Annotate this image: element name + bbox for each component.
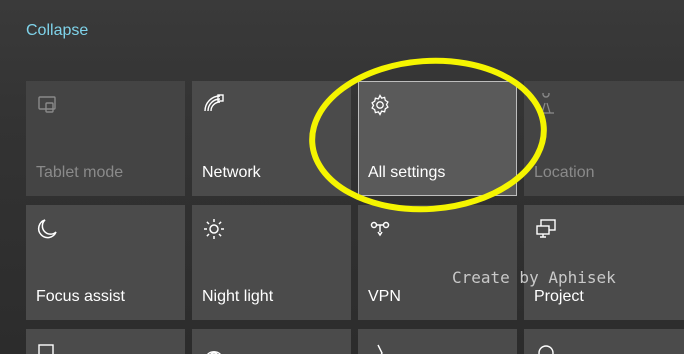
hotspot-icon [202,341,226,354]
screen-icon [36,341,60,354]
tile-network[interactable]: Network [192,81,351,196]
tile-vpn[interactable]: VPN [358,205,517,320]
tile-label: Night light [202,288,274,305]
tile-project[interactable]: Project [524,205,684,320]
sun-icon [202,217,226,241]
tile-row3-4[interactable] [524,329,684,354]
tile-row3-3[interactable] [358,329,517,354]
moon-icon [36,217,60,241]
tile-row3-1[interactable] [26,329,185,354]
tile-label: Network [202,164,261,181]
tile-row3-2[interactable] [192,329,351,354]
action-center-panel: Collapse Tablet mode Network All setting… [0,0,684,354]
tile-tablet-mode[interactable]: Tablet mode [26,81,185,196]
tile-label: Location [534,164,595,181]
collapse-link[interactable]: Collapse [26,22,88,40]
tile-label: Project [534,288,584,305]
battery-saver-icon [534,341,558,354]
connect-icon [368,341,392,354]
tile-label: All settings [368,164,446,181]
location-icon [534,93,558,117]
tile-focus-assist[interactable]: Focus assist [26,205,185,320]
tile-label: VPN [368,288,401,305]
tile-label: Tablet mode [36,164,124,181]
gear-icon [368,93,392,117]
tile-location[interactable]: Location [524,81,684,196]
project-icon [534,217,558,241]
tile-label: Focus assist [36,288,125,305]
vpn-icon [368,217,392,241]
tile-all-settings[interactable]: All settings [358,81,517,196]
tablet-mode-icon [36,93,60,117]
network-icon [202,93,226,117]
tile-night-light[interactable]: Night light [192,205,351,320]
